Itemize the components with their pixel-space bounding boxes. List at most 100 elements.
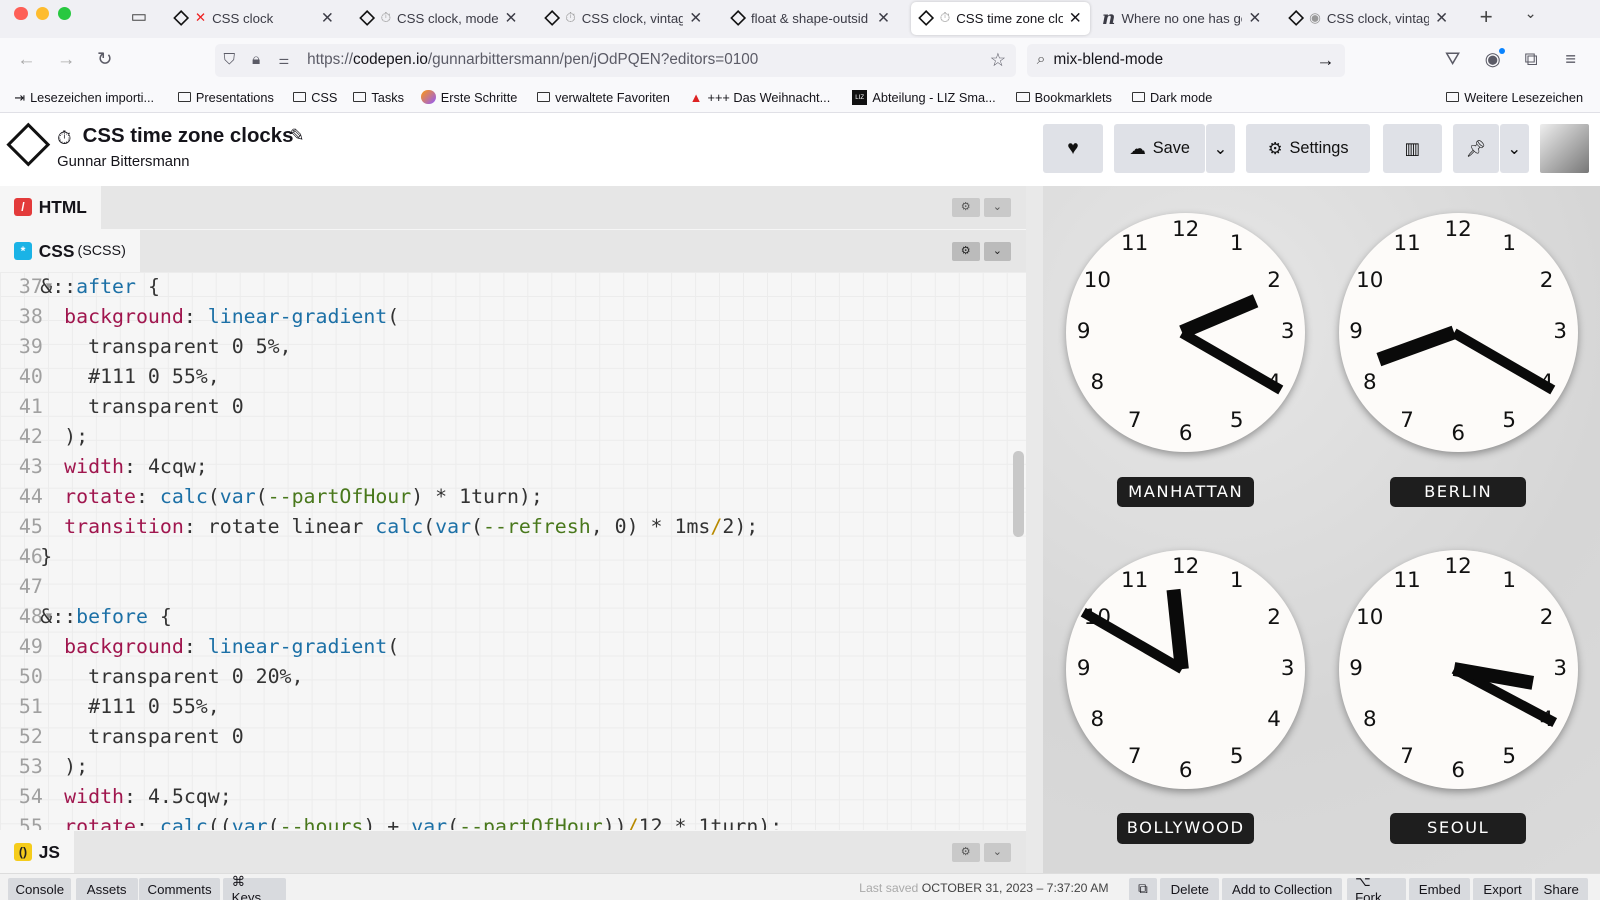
browser-tab[interactable]: n Where no one has go ✕ [1094,2,1270,35]
clock-face: 121234567891011 [1066,549,1306,789]
maximize-window-button[interactable] [58,7,72,21]
codepen-icon [729,10,746,27]
save-options-button[interactable]: ⌄ [1206,124,1235,174]
footer-button[interactable]: Export [1473,877,1532,900]
chevron-down-icon[interactable]: ⌄ [983,197,1012,218]
browser-tab[interactable]: ✕ CSS clock ✕ [166,2,342,35]
search-input[interactable]: mix-blend-mode [1053,51,1163,69]
close-tab-icon[interactable]: ✕ [321,9,334,28]
forward-icon[interactable]: → [57,48,75,70]
new-tab-button[interactable]: + [1480,4,1493,30]
tab-js[interactable]: () JS [0,830,75,874]
gear-icon[interactable]: ⚙ [952,842,980,863]
code-token: / [626,815,639,830]
close-tab-icon[interactable]: ✕ [1435,9,1448,28]
bookmark-item[interactable]: ⇥ Lesezeichen importi... [14,90,154,106]
url-bar[interactable]: ⛉ 🔒︎ ⚌ https://codepen.io/gunnarbittersm… [215,43,1017,77]
tab-label: HTML [38,196,87,217]
footer-button[interactable]: Embed [1409,877,1471,900]
resize-gutter[interactable] [1025,185,1043,874]
code-token: : [135,815,160,830]
permissions-icon[interactable]: ⚌ [279,53,301,67]
close-window-button[interactable] [14,7,28,21]
footer-button[interactable]: Delete [1160,877,1220,900]
footer-button[interactable]: ⌘ Keys [223,874,286,900]
close-tab-icon[interactable]: ✕ [1248,9,1261,28]
footer-button[interactable]: Share [1534,877,1588,900]
tab-html[interactable]: / HTML [0,185,102,229]
code-token: transition [16,515,184,539]
search-go-icon[interactable]: → [1316,49,1334,71]
footer-button[interactable]: ⌥ Fork [1346,874,1407,900]
footer-button[interactable]: Add to Collection [1222,877,1342,900]
clock-face: 121234567891011 [1338,549,1578,789]
code-token: --partOfHour [267,485,412,509]
code-text: transition: rotate linear calc(var(--ref… [16,512,758,542]
close-tab-icon[interactable]: ✕ [877,9,890,28]
list-tabs-chevron-icon[interactable]: ⌄ [1524,6,1536,22]
browser-tab[interactable]: ⏱ CSS clock, vintag ✕ [537,2,710,35]
heart-icon: ♥ [1067,137,1079,160]
clock-numeral: 2 [1539,605,1554,631]
footer-button[interactable]: Console [8,877,72,900]
layout-icon: ▥ [1404,139,1420,158]
editor-scrollbar[interactable] [1013,451,1025,537]
codepen-logo[interactable] [6,122,51,166]
pen-author[interactable]: Gunnar Bittersmann [57,154,189,170]
clock-numeral: 11 [1393,231,1421,257]
gear-icon[interactable]: ⚙ [952,197,980,218]
avatar[interactable] [1539,124,1589,174]
santa-hat-icon: ▲ [689,89,703,105]
extensions-icon[interactable]: ⧉ [1524,48,1537,70]
bookmark-star-icon[interactable]: ☆ [990,49,1006,71]
bookmark-item[interactable]: Presentations [177,90,274,105]
hour-hand [1376,325,1457,367]
chevron-down-icon[interactable]: ⌄ [983,842,1012,863]
code-token: ) + [363,815,412,830]
layout-button[interactable]: ▥ [1382,124,1442,174]
pin-options-button[interactable]: ⌄ [1499,124,1529,174]
bookmark-item[interactable]: Bookmarklets [1016,90,1112,105]
menu-icon[interactable]: ≡ [1565,48,1576,70]
tab-status-icon: ⏱ [380,10,391,26]
open-external-button[interactable]: ⧉ [1128,877,1158,900]
bookmark-more[interactable]: Weitere Lesezeichen [1445,90,1583,105]
css-code-editor[interactable]: 37 ▼ &::after {38 background: linear-grad… [0,272,1026,830]
bookmark-item[interactable]: ▲ +++ Das Weihnacht... [690,90,830,105]
bookmark-item[interactable]: Tasks [353,90,404,105]
love-button[interactable]: ♥ [1042,124,1104,174]
reload-icon[interactable]: ↻ [97,48,112,70]
code-line: 38 background: linear-gradient( [0,302,1026,332]
browser-tab[interactable]: float & shape-outsid ✕ [722,2,898,35]
gear-icon[interactable]: ⚙ [952,241,980,262]
close-tab-icon[interactable]: ✕ [1069,9,1082,28]
footer-button[interactable]: Assets [75,877,138,900]
close-tab-icon[interactable]: ✕ [505,9,518,28]
chevron-down-icon[interactable]: ⌄ [983,241,1012,262]
browser-tab[interactable]: ◉ CSS clock, vintag ✕ [1281,2,1457,35]
browser-tab[interactable]: ⏱ CSS clock, moder ✕ [352,2,525,35]
tab-label: JS [38,841,60,862]
back-icon[interactable]: ← [17,48,35,70]
sidebar-icon[interactable]: ▭ [131,6,147,27]
tab-css[interactable]: * CSS (SCSS) [0,229,141,273]
close-tab-icon[interactable]: ✕ [689,9,702,28]
edit-pencil-icon[interactable]: ✎ [290,125,305,146]
bookmark-item[interactable]: LIZ Abteilung - LIZ Sma... [852,89,996,106]
pin-button[interactable]: 📌︎ [1453,124,1499,174]
code-token: var [219,485,256,509]
search-bar[interactable]: ⌕ mix-blend-mode → [1026,43,1345,77]
minimize-window-button[interactable] [35,7,49,21]
notification-dot [1498,47,1506,55]
clock-face: 121234567891011 [1338,213,1578,453]
save-button[interactable]: ☁ Save [1114,124,1206,174]
bookmark-item[interactable]: verwaltete Favoriten [536,90,670,105]
settings-button[interactable]: ⚙ Settings [1245,124,1371,174]
pen-title[interactable]: CSS time zone clocks [83,125,294,148]
footer-button[interactable]: Comments [138,877,221,900]
bookmark-item[interactable]: Erste Schritte [421,90,517,105]
bookmark-item[interactable]: Dark mode [1131,90,1212,105]
browser-tab[interactable]: ⏱ CSS time zone clo ✕ [911,2,1090,35]
pocket-icon[interactable]: ⛛ [1445,48,1460,70]
bookmark-item[interactable]: CSS [292,90,337,105]
